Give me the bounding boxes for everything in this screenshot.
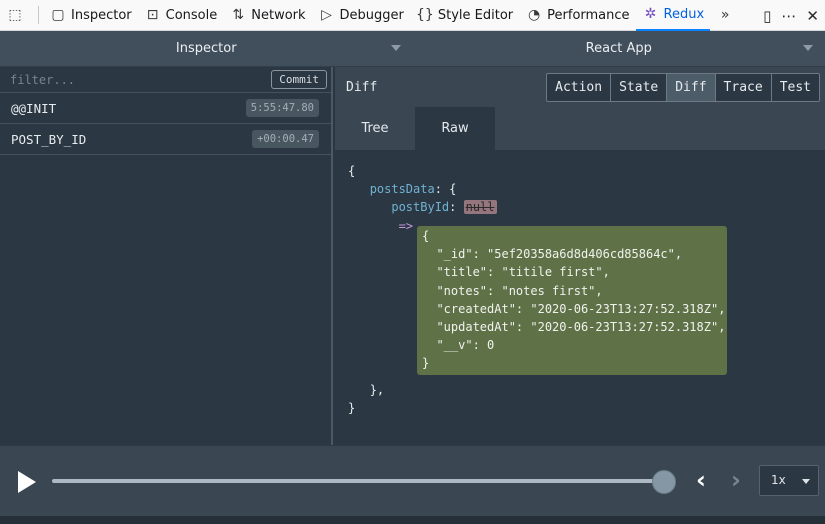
subtab-raw[interactable]: Raw — [415, 107, 495, 150]
diff-added-line: } — [422, 356, 430, 371]
tab-console-label: Console — [165, 7, 218, 23]
tab-style-editor-label: Style Editor — [437, 7, 514, 23]
console-icon: ⊡ — [146, 7, 159, 23]
action-name: POST_BY_ID — [11, 131, 87, 147]
diff-added-line: "title": "titile first", — [422, 265, 610, 280]
diff-added-line: { — [422, 229, 430, 243]
instance-selector-bar: Inspector React App — [0, 31, 825, 67]
diff-added-line: "updatedAt": "2020-06-23T13:27:52.318Z", — [422, 320, 726, 335]
tab-redux[interactable]: ✲ Redux — [635, 0, 711, 31]
dock-icon[interactable]: ▯ — [763, 7, 771, 25]
diff-added-line: "_id": "5ef20358a6d8d406cd85864c", — [422, 247, 683, 262]
diff-added-line: "__v": 0 — [422, 338, 495, 353]
list-item[interactable]: POST_BY_ID +00:00.47 — [0, 124, 331, 155]
diff-subtabs: Tree Raw — [335, 107, 825, 150]
monitor-selector[interactable]: Inspector — [0, 31, 413, 66]
diff-added-line: "notes": "notes first", — [422, 283, 603, 298]
diff-posts-line: postsData: { — [369, 182, 457, 197]
footer-strip — [0, 516, 825, 524]
tab-debugger[interactable]: ▷ Debugger — [312, 0, 410, 31]
speed-value: 1x — [771, 473, 786, 487]
slider-handle[interactable] — [652, 470, 676, 494]
devtools-toolbar: ⬚ ▢ Inspector ⊡ Console ⇅ Network ▷ Debugger… — [0, 0, 825, 31]
diff-key: postById — [391, 200, 450, 215]
tab-redux-label: Redux — [663, 6, 705, 22]
diff-postbyid-line: postById: null — [391, 200, 497, 215]
tab-network[interactable]: ⇅ Network — [223, 0, 311, 31]
diff-added-value: { "_id": "5ef20358a6d8d406cd85864c", "ti… — [417, 226, 727, 375]
preview-header: Diff Action State Diff Trace Test — [335, 67, 825, 107]
tab-inspector-label: Inspector — [71, 7, 132, 23]
list-item[interactable]: @@INIT 5:55:47.80 — [0, 93, 331, 124]
action-time: +00:00.47 — [252, 130, 319, 148]
diff-close-inner: }, — [348, 381, 825, 399]
chevron-down-icon — [802, 479, 810, 484]
tab-performance-label: Performance — [547, 7, 630, 23]
tab-debugger-label: Debugger — [339, 7, 404, 23]
inspector-icon: ▢ — [51, 7, 65, 23]
diff-open-brace: { — [348, 164, 356, 178]
diff-key: postsData — [369, 182, 435, 197]
speed-select[interactable]: 1x — [759, 465, 819, 496]
element-picker-icon: ⬚ — [8, 7, 22, 23]
element-picker-button[interactable]: ⬚ — [0, 0, 34, 31]
style-editor-icon: {} — [415, 7, 434, 23]
slider-monitor: ‹ › 1x — [0, 445, 825, 524]
debugger-icon: ▷ — [321, 7, 332, 23]
step-forward-icon[interactable]: › — [731, 468, 741, 492]
tab-console[interactable]: ⊡ Console — [138, 0, 224, 31]
chevron-double-right-icon: » — [720, 7, 730, 23]
chevron-down-icon — [390, 45, 401, 51]
monitor-selector-label: Inspector — [175, 41, 237, 56]
toolbar-right-controls: ▯ ⋯ ✕ — [763, 0, 819, 31]
diff-close-outer: } — [348, 401, 356, 416]
step-back-icon[interactable]: ‹ — [696, 468, 706, 492]
tab-inspector[interactable]: ▢ Inspector — [43, 0, 138, 31]
app-selector[interactable]: React App — [413, 31, 825, 66]
action-list: filter... Commit @@INIT 5:55:47.80 POST_… — [0, 67, 333, 445]
preview-title: Diff — [346, 79, 378, 95]
action-filter-row: filter... Commit — [0, 67, 331, 93]
diff-added-line: "createdAt": "2020-06-23T13:27:52.318Z", — [422, 301, 726, 316]
tab-diff[interactable]: Diff — [666, 73, 715, 101]
tab-style-editor[interactable]: {} Style Editor — [410, 0, 519, 31]
performance-icon: ◔ — [528, 7, 541, 23]
more-tabs-button[interactable]: » — [710, 0, 744, 31]
tab-test[interactable]: Test — [770, 73, 819, 101]
diff-arrow: => — [398, 218, 414, 233]
tab-network-label: Network — [251, 7, 306, 23]
tab-trace[interactable]: Trace — [714, 73, 771, 101]
action-name: @@INIT — [11, 100, 57, 116]
raw-diff-view: { postsData: { postById: null => { "_id"… — [335, 150, 825, 417]
action-preview: Diff Action State Diff Trace Test Tree R… — [335, 67, 825, 445]
subtab-tree[interactable]: Tree — [335, 107, 415, 150]
diff-close-inner-text: }, — [369, 382, 385, 397]
action-time: 5:55:47.80 — [245, 99, 319, 117]
chevron-down-icon — [803, 45, 813, 51]
play-icon[interactable] — [18, 471, 36, 493]
slider-track[interactable] — [52, 479, 664, 483]
tab-state[interactable]: State — [610, 73, 667, 101]
network-icon: ⇅ — [232, 7, 245, 23]
diff-removed-value: null — [463, 200, 497, 215]
redux-icon: ✲ — [644, 6, 657, 22]
close-icon[interactable]: ✕ — [806, 7, 819, 25]
toolbar-divider — [38, 6, 39, 24]
tab-performance[interactable]: ◔ Performance — [519, 0, 635, 31]
preview-tabs: Action State Diff Trace Test — [546, 72, 820, 102]
commit-button[interactable]: Commit — [271, 70, 327, 89]
menu-icon[interactable]: ⋯ — [781, 7, 796, 25]
tab-action[interactable]: Action — [547, 73, 611, 101]
filter-input[interactable]: filter... — [10, 73, 271, 87]
app-selector-label: React App — [585, 41, 652, 56]
